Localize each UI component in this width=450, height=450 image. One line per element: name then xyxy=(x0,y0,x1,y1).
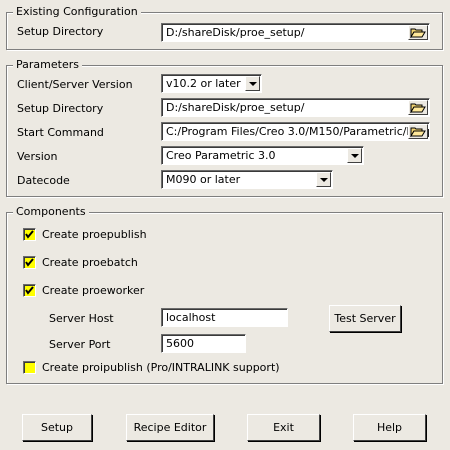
start-command-value: C:/Program Files/Creo 3.0/M150/Parametri… xyxy=(166,125,429,138)
parameters-title: Parameters xyxy=(13,58,82,72)
client-server-version-select[interactable]: v10.2 or later xyxy=(161,74,262,93)
create-proepublish-checkbox[interactable] xyxy=(23,228,36,241)
start-command-field[interactable]: C:/Program Files/Creo 3.0/M150/Parametri… xyxy=(161,122,430,141)
parameters-setup-directory-browse-button[interactable] xyxy=(408,100,428,115)
exit-button[interactable]: Exit xyxy=(247,414,320,441)
client-server-version-value: v10.2 or later xyxy=(166,77,241,90)
recipe-editor-button[interactable]: Recipe Editor xyxy=(126,414,214,441)
folder-open-icon xyxy=(410,127,426,137)
datecode-value: M090 or later xyxy=(166,173,241,186)
chevron-down-icon[interactable] xyxy=(245,76,260,91)
create-proeworker-label: Create proeworker xyxy=(42,284,145,297)
start-command-browse-button[interactable] xyxy=(408,124,428,139)
create-proepublish-label: Create proepublish xyxy=(42,228,147,241)
create-proebatch-label: Create proebatch xyxy=(42,256,138,269)
parameters-setup-directory-value: D:/shareDisk/proe_setup/ xyxy=(166,101,305,114)
create-proebatch-checkbox[interactable] xyxy=(23,256,36,269)
server-host-value: localhost xyxy=(166,311,216,324)
chevron-down-icon[interactable] xyxy=(316,172,331,187)
start-command-label: Start Command xyxy=(17,126,104,139)
setup-button[interactable]: Setup xyxy=(22,414,92,441)
test-server-label: Test Server xyxy=(334,311,396,325)
existing-setup-directory-field[interactable]: D:/shareDisk/proe_setup/ xyxy=(161,23,430,42)
datecode-select[interactable]: M090 or later xyxy=(161,170,333,189)
chevron-down-icon[interactable] xyxy=(347,148,362,163)
server-port-label: Server Port xyxy=(49,338,111,351)
components-title: Components xyxy=(13,205,89,219)
server-port-value: 5600 xyxy=(166,337,194,350)
help-button[interactable]: Help xyxy=(353,414,426,441)
existing-setup-directory-label: Setup Directory xyxy=(17,25,104,38)
create-proeworker-checkbox[interactable] xyxy=(23,284,36,297)
test-server-button[interactable]: Test Server xyxy=(329,305,401,332)
parameters-setup-directory-label: Setup Directory xyxy=(17,102,104,115)
help-button-label: Help xyxy=(376,420,403,434)
create-proipublish-checkbox[interactable] xyxy=(23,361,36,374)
exit-button-label: Exit xyxy=(273,420,294,434)
parameters-setup-directory-field[interactable]: D:/shareDisk/proe_setup/ xyxy=(161,98,430,117)
folder-open-icon xyxy=(410,103,426,113)
checkmark-icon xyxy=(25,230,34,239)
server-port-input[interactable]: 5600 xyxy=(161,334,246,353)
recipe-editor-button-label: Recipe Editor xyxy=(133,420,207,434)
checkmark-icon xyxy=(25,258,34,267)
checkmark-icon xyxy=(25,286,34,295)
version-select[interactable]: Creo Parametric 3.0 xyxy=(161,146,364,165)
version-label: Version xyxy=(17,150,58,163)
create-proipublish-label: Create proipublish (Pro/INTRALINK suppor… xyxy=(42,361,280,374)
client-server-version-label: Client/Server Version xyxy=(17,78,133,91)
server-host-label: Server Host xyxy=(49,312,114,325)
version-value: Creo Parametric 3.0 xyxy=(166,149,276,162)
folder-open-icon xyxy=(410,28,426,38)
datecode-label: Datecode xyxy=(17,174,70,187)
setup-button-label: Setup xyxy=(40,420,74,434)
existing-setup-directory-value: D:/shareDisk/proe_setup/ xyxy=(166,26,305,39)
existing-setup-directory-browse-button[interactable] xyxy=(408,25,428,40)
server-host-input[interactable]: localhost xyxy=(161,308,288,327)
existing-configuration-title: Existing Configuration xyxy=(13,5,141,19)
